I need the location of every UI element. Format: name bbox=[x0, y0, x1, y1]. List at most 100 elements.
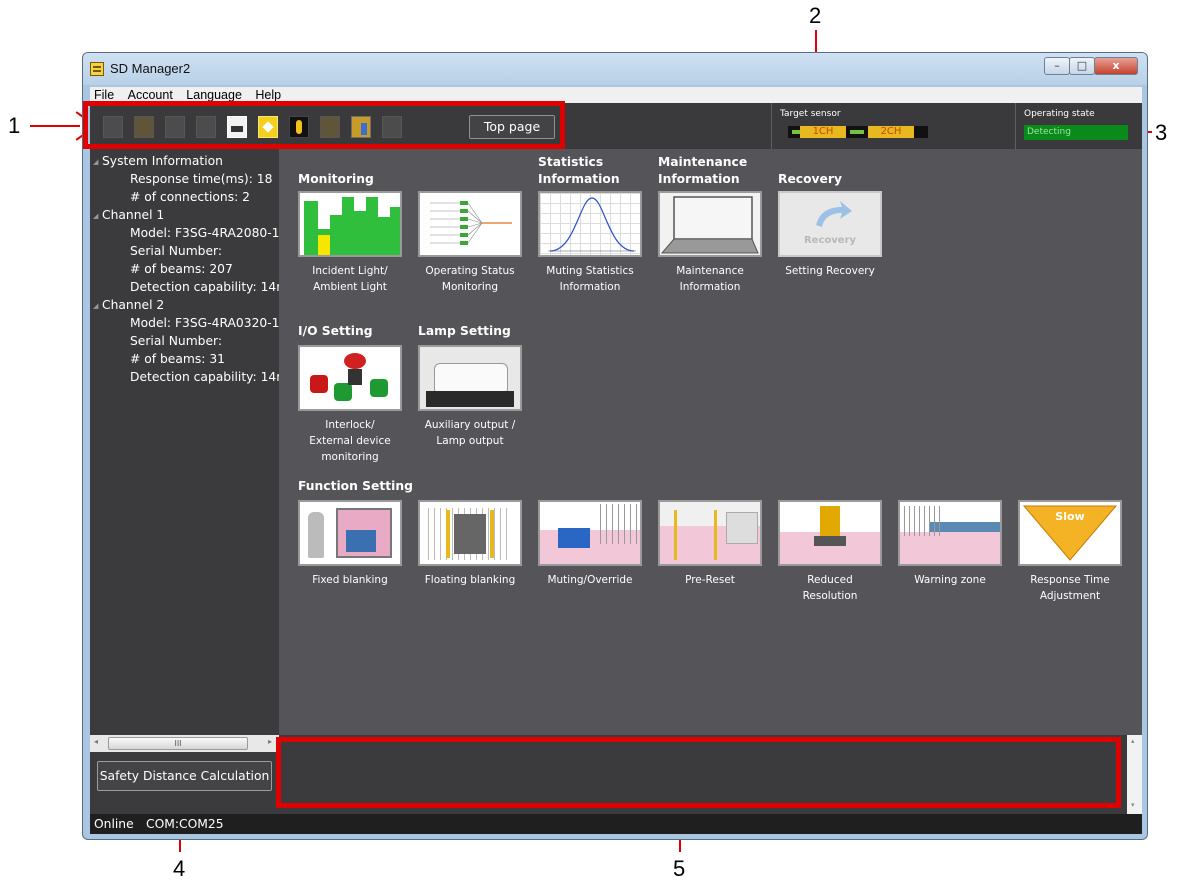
card-response-time[interactable]: Slow Response Time Adjustment bbox=[1018, 500, 1122, 604]
light-bar bbox=[354, 211, 366, 255]
operating-status-thumbnail[interactable] bbox=[418, 191, 522, 257]
channel-link bbox=[850, 130, 864, 134]
floating-blanking-thumbnail[interactable] bbox=[418, 500, 522, 566]
response-time-thumbnail[interactable]: Slow bbox=[1018, 500, 1122, 566]
target-sensor-panel: Target sensor 1CH 2CH bbox=[771, 103, 1016, 149]
upload-icon[interactable] bbox=[382, 116, 402, 138]
top-page-button[interactable]: Top page bbox=[469, 115, 555, 139]
section-recovery: Recovery bbox=[778, 172, 842, 186]
scroll-thumb[interactable]: III bbox=[108, 737, 248, 750]
user-icon[interactable] bbox=[351, 116, 371, 138]
work-object bbox=[346, 530, 376, 552]
callout-1: 1 bbox=[8, 113, 21, 138]
card-caption: Maintenance Information bbox=[676, 265, 744, 293]
card-setting-recovery[interactable]: Recovery Setting Recovery bbox=[778, 191, 882, 279]
card-caption: Muting Statistics Information bbox=[546, 265, 634, 293]
tree-item: Serial Number: bbox=[130, 334, 223, 348]
key-icon[interactable] bbox=[289, 116, 309, 138]
card-caption: Setting Recovery bbox=[785, 265, 875, 277]
green-switch bbox=[334, 383, 352, 401]
minimize-button[interactable]: – bbox=[1044, 57, 1070, 75]
tree-item: Detection capability: 14mm bbox=[130, 370, 279, 384]
sensor-pole bbox=[446, 510, 450, 558]
callout-3: 3 bbox=[1155, 120, 1168, 145]
section-io-setting: I/O Setting bbox=[298, 324, 373, 338]
card-caption: Incident Light/ Ambient Light bbox=[312, 265, 388, 293]
auxiliary-output-thumbnail[interactable] bbox=[418, 345, 522, 411]
target-sensor-label: Target sensor bbox=[780, 109, 841, 119]
tree-item: # of beams: 207 bbox=[130, 262, 233, 276]
safety-distance-calculation-button[interactable]: Safety Distance Calculation bbox=[97, 761, 272, 791]
card-fixed-blanking[interactable]: Fixed blanking bbox=[298, 500, 402, 588]
pre-reset-thumbnail[interactable] bbox=[658, 500, 762, 566]
section-monitoring: Monitoring bbox=[298, 172, 374, 186]
card-pre-reset[interactable]: Pre-Reset bbox=[658, 500, 762, 588]
window-title: SD Manager2 bbox=[110, 61, 191, 76]
laptop-icon bbox=[660, 196, 759, 254]
card-auxiliary-output[interactable]: Auxiliary output / Lamp output bbox=[418, 345, 522, 449]
tree-item[interactable]: System Information bbox=[102, 154, 223, 168]
recovery-thumb-text: Recovery bbox=[803, 235, 857, 246]
distribution-curve bbox=[548, 197, 636, 252]
expand-icon[interactable]: ◢ bbox=[93, 158, 98, 166]
reduced-resolution-thumbnail[interactable] bbox=[778, 500, 882, 566]
tree-horizontal-scrollbar[interactable]: ◂ III ▸ bbox=[90, 735, 279, 752]
fixed-blanking-thumbnail[interactable] bbox=[298, 500, 402, 566]
scroll-down-icon[interactable]: ▾ bbox=[1131, 801, 1135, 809]
menu-language[interactable]: Language bbox=[186, 87, 242, 103]
maintenance-thumbnail[interactable] bbox=[658, 191, 762, 257]
sensor-channel-bar[interactable]: 1CH 2CH bbox=[788, 126, 928, 138]
recovery-thumbnail[interactable]: Recovery bbox=[778, 191, 882, 257]
status-bar: Online COM:COM25 bbox=[90, 814, 1142, 834]
message-vertical-scrollbar[interactable]: ▴ ▾ bbox=[1127, 735, 1142, 814]
card-maintenance[interactable]: Maintenance Information bbox=[658, 191, 762, 295]
download-icon[interactable] bbox=[320, 116, 340, 138]
warning-zone-thumbnail[interactable] bbox=[898, 500, 1002, 566]
save-as-icon[interactable] bbox=[196, 116, 216, 138]
card-interlock[interactable]: Interlock/ External device monitoring bbox=[298, 345, 402, 465]
channel-1[interactable]: 1CH bbox=[800, 126, 846, 138]
expand-icon[interactable]: ◢ bbox=[93, 212, 98, 220]
interlock-thumbnail[interactable] bbox=[298, 345, 402, 411]
tree-item[interactable]: Channel 1 bbox=[102, 208, 164, 222]
muting-override-thumbnail[interactable] bbox=[538, 500, 642, 566]
client-area: Top page Target sensor 1CH 2CH Operating… bbox=[90, 103, 1142, 834]
scroll-left-icon[interactable]: ◂ bbox=[94, 737, 98, 746]
card-muting-override[interactable]: Muting/Override bbox=[538, 500, 642, 588]
lamp-base bbox=[426, 391, 514, 407]
title-bar[interactable]: SD Manager2 – □ x bbox=[83, 53, 1147, 85]
info-tree[interactable]: ◢ System Information Response time(ms): … bbox=[90, 149, 279, 735]
tree-item: Response time(ms): 18 bbox=[130, 172, 273, 186]
card-reduced-resolution[interactable]: Reduced Resolution bbox=[778, 500, 882, 604]
print-icon[interactable] bbox=[227, 116, 247, 138]
menu-help[interactable]: Help bbox=[255, 87, 281, 103]
close-button[interactable]: x bbox=[1094, 57, 1138, 75]
menu-account[interactable]: Account bbox=[128, 87, 173, 103]
card-floating-blanking[interactable]: Floating blanking bbox=[418, 500, 522, 588]
open-file-icon[interactable] bbox=[134, 116, 154, 138]
save-icon[interactable] bbox=[165, 116, 185, 138]
new-file-icon[interactable] bbox=[103, 116, 123, 138]
scroll-right-icon[interactable]: ▸ bbox=[268, 737, 272, 746]
tree-item: Serial Number: bbox=[130, 244, 223, 258]
switch-body bbox=[348, 369, 362, 385]
light-bar bbox=[342, 197, 354, 255]
tree-item[interactable]: Channel 2 bbox=[102, 298, 164, 312]
card-incident-light[interactable]: Incident Light/ Ambient Light bbox=[298, 191, 402, 295]
menu-file[interactable]: File bbox=[94, 87, 114, 103]
card-warning-zone[interactable]: Warning zone bbox=[898, 500, 1002, 588]
scroll-up-icon[interactable]: ▴ bbox=[1131, 737, 1135, 745]
channel-2[interactable]: 2CH bbox=[868, 126, 914, 138]
callout-4: 4 bbox=[173, 856, 186, 881]
expand-icon[interactable]: ◢ bbox=[93, 302, 98, 310]
main-content: Monitoring Statistics Information Mainte… bbox=[279, 149, 1142, 735]
message-panel[interactable] bbox=[279, 735, 1127, 814]
muting-statistics-thumbnail[interactable] bbox=[538, 191, 642, 257]
incident-light-thumbnail[interactable] bbox=[298, 191, 402, 257]
connect-icon[interactable] bbox=[258, 116, 278, 138]
card-operating-status[interactable]: Operating Status Monitoring bbox=[418, 191, 522, 295]
card-muting-statistics[interactable]: Muting Statistics Information bbox=[538, 191, 642, 295]
maximize-button[interactable]: □ bbox=[1069, 57, 1095, 75]
card-caption: Floating blanking bbox=[424, 574, 516, 586]
status-diagram bbox=[430, 201, 512, 245]
